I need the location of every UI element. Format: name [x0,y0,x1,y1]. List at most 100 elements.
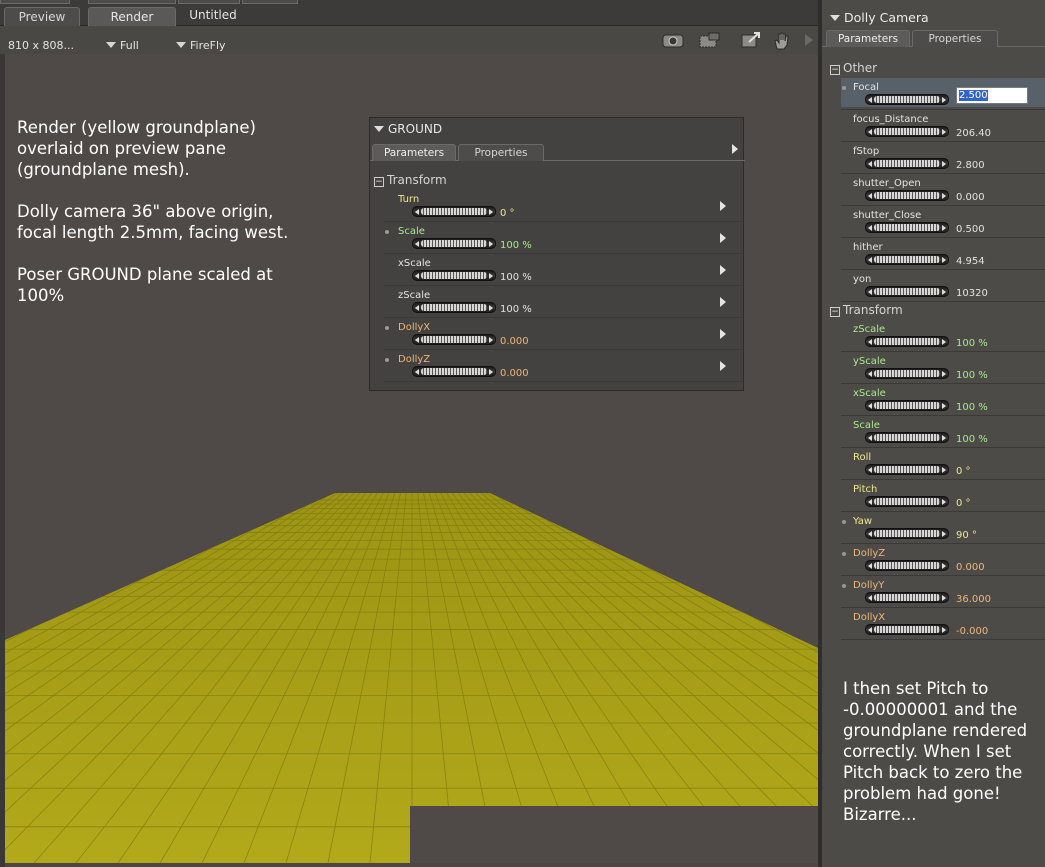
parameter-dial[interactable] [865,254,949,265]
dial-right-arrow-icon[interactable] [942,627,946,633]
param-value[interactable]: 0.500 [956,224,985,235]
param-value[interactable]: 100 % [500,272,532,283]
dial-right-arrow-icon[interactable] [942,97,946,103]
param-value[interactable]: -0.000 [956,626,988,637]
param-menu-arrow-icon[interactable] [720,265,726,275]
parameter-dial[interactable] [865,560,949,571]
param-row-roll[interactable]: Roll 0 ° [841,448,1045,480]
focal-value-input[interactable]: 2.500 [956,87,1028,104]
collapse-group-icon[interactable]: − [830,65,840,75]
dial-right-arrow-icon[interactable] [942,129,946,135]
param-value[interactable]: 0.000 [956,192,985,203]
dial-right-arrow-icon[interactable] [489,273,493,279]
param-value[interactable]: 100 % [956,434,988,445]
param-menu-arrow-icon[interactable] [720,201,726,211]
param-row-focus-distance[interactable]: focus_Distance 206.40 [841,110,1045,142]
parameter-dial[interactable] [865,432,949,443]
param-row-zscale[interactable]: zScale 100 % [384,286,742,318]
tab-preview[interactable]: Preview [4,7,80,26]
param-row-pitch[interactable]: Pitch 0 ° [841,480,1045,512]
dial-right-arrow-icon[interactable] [489,305,493,311]
param-value[interactable]: 0 ° [500,208,515,219]
tab-parameters[interactable]: Parameters [826,30,910,47]
parameter-dial[interactable] [412,302,496,313]
parameter-dial[interactable] [865,464,949,475]
param-value[interactable]: 10320 [956,288,988,299]
param-value[interactable]: 0.000 [956,562,985,573]
param-row-hither[interactable]: hither 4.954 [841,238,1045,270]
param-value[interactable]: 90 ° [956,530,977,541]
param-row-dollyz[interactable]: DollyZ 0.000 [841,544,1045,576]
parameter-dial[interactable] [412,334,496,345]
camera-icon[interactable] [661,31,685,51]
param-value[interactable]: 100 % [956,338,988,349]
param-row-yscale[interactable]: yScale 100 % [841,352,1045,384]
dial-right-arrow-icon[interactable] [942,595,946,601]
param-menu-arrow-icon[interactable] [720,361,726,371]
param-value[interactable]: 2.800 [956,160,985,171]
param-value[interactable]: 206.40 [956,128,991,139]
dial-right-arrow-icon[interactable] [489,369,493,375]
parameter-dial[interactable] [412,206,496,217]
collapse-group-icon[interactable]: − [374,177,384,187]
render-settings-icon[interactable] [697,31,721,51]
renderer-dropdown[interactable]: FireFly [176,39,226,52]
tab-properties[interactable]: Properties [458,144,544,161]
tab-render[interactable]: Render [88,7,176,26]
parameter-dial[interactable] [412,366,496,377]
parameter-dial[interactable] [865,368,949,379]
param-value[interactable]: 100 % [500,240,532,251]
parameter-dial[interactable] [865,624,949,635]
dial-right-arrow-icon[interactable] [942,371,946,377]
param-row-fstop[interactable]: fStop 2.800 [841,142,1045,174]
parameter-dial[interactable] [865,190,949,201]
param-row-dollyy[interactable]: DollyY 36.000 [841,576,1045,608]
parameter-dial[interactable] [412,270,496,281]
param-row-yaw[interactable]: Yaw 90 ° [841,512,1045,544]
parameter-dial[interactable] [865,94,949,105]
parameter-dial[interactable] [865,400,949,411]
param-row-dollyz[interactable]: DollyZ 0.000 [384,350,742,382]
group-transform[interactable]: − Transform [830,303,903,317]
parameter-dial[interactable] [865,126,949,137]
param-menu-arrow-icon[interactable] [720,329,726,339]
param-row-xscale[interactable]: xScale 100 % [841,384,1045,416]
dial-right-arrow-icon[interactable] [942,563,946,569]
size-dropdown[interactable]: Full [106,39,139,52]
param-value[interactable]: 0.000 [500,336,529,347]
parameter-dial[interactable] [865,496,949,507]
param-row-dollyx[interactable]: DollyX -0.000 [841,608,1045,640]
export-icon[interactable] [739,31,763,51]
parameter-dial[interactable] [865,222,949,233]
dial-right-arrow-icon[interactable] [942,435,946,441]
param-value[interactable]: 0.000 [500,368,529,379]
param-row-turn[interactable]: Turn 0 ° [384,190,742,222]
dial-right-arrow-icon[interactable] [942,193,946,199]
param-row-yon[interactable]: yon 10320 [841,270,1045,302]
param-menu-arrow-icon[interactable] [720,297,726,307]
dial-right-arrow-icon[interactable] [942,257,946,263]
collapse-icon[interactable] [374,126,384,132]
param-row-scale[interactable]: Scale 100 % [841,416,1045,448]
dial-right-arrow-icon[interactable] [942,225,946,231]
parameter-dial[interactable] [865,592,949,603]
dial-right-arrow-icon[interactable] [942,531,946,537]
hand-icon[interactable] [769,31,793,51]
dial-right-arrow-icon[interactable] [489,241,493,247]
dial-right-arrow-icon[interactable] [942,499,946,505]
param-menu-arrow-icon[interactable] [720,233,726,243]
dial-right-arrow-icon[interactable] [942,403,946,409]
param-value[interactable]: 0 ° [956,498,971,509]
dial-right-arrow-icon[interactable] [942,289,946,295]
param-value[interactable]: 4.954 [956,256,985,267]
group-other[interactable]: − Other [830,61,877,75]
panel-menu-arrow-icon[interactable] [732,144,738,154]
dial-right-arrow-icon[interactable] [942,339,946,345]
dial-right-arrow-icon[interactable] [489,209,493,215]
param-row-shutter-open[interactable]: shutter_Open 0.000 [841,174,1045,206]
param-value[interactable]: 0 ° [956,466,971,477]
dial-right-arrow-icon[interactable] [942,467,946,473]
param-row-shutter-close[interactable]: shutter_Close 0.500 [841,206,1045,238]
param-value[interactable]: 36.000 [956,594,991,605]
param-value[interactable]: 100 % [956,402,988,413]
